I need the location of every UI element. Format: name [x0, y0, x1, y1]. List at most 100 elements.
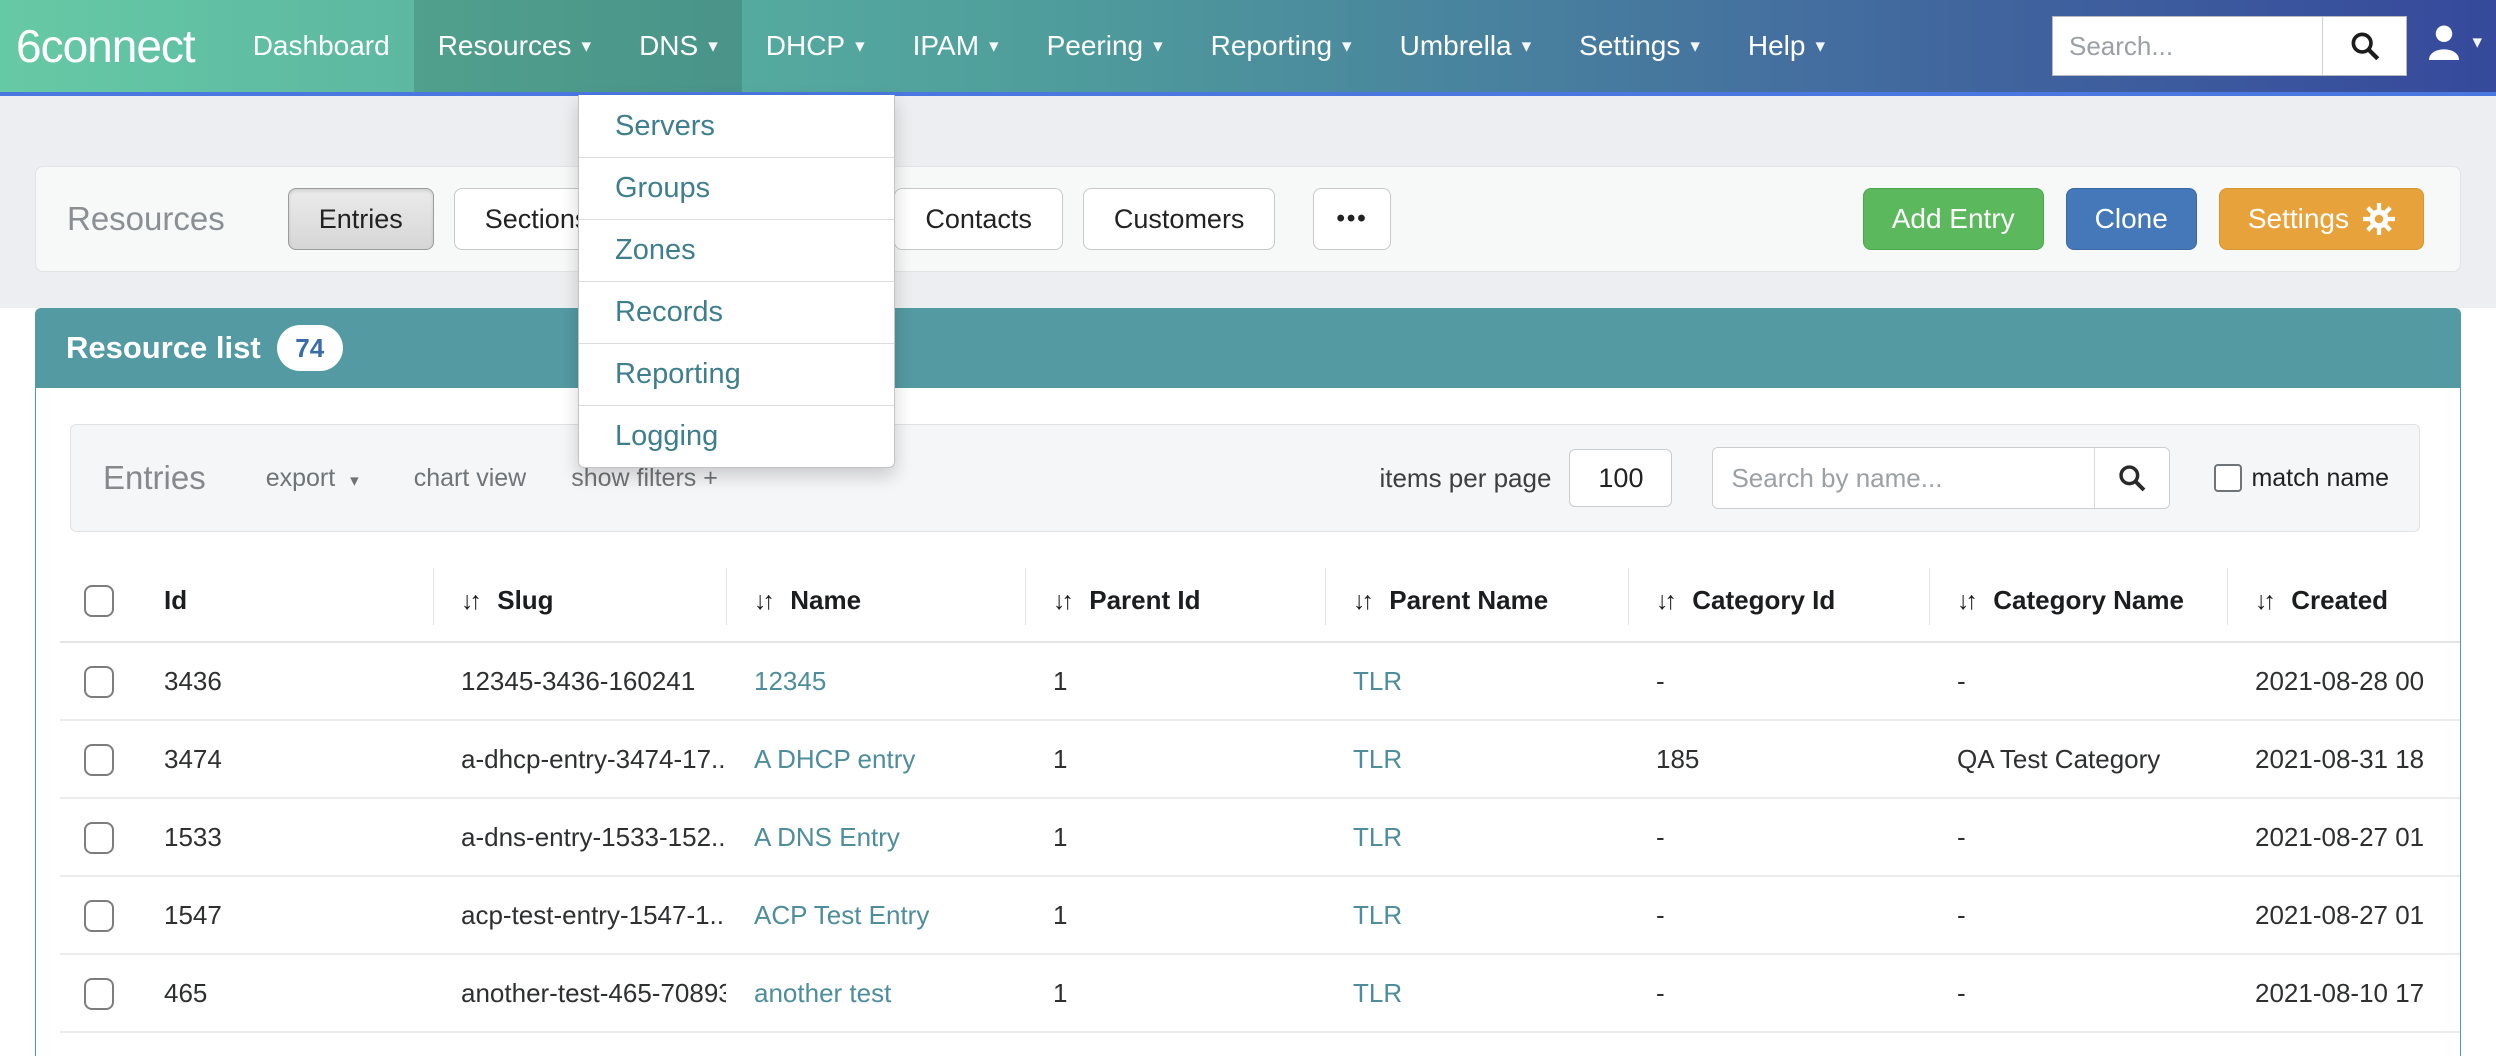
column-header-parent-id[interactable]: ↓↑ Parent Id [1025, 560, 1325, 642]
search-icon [2348, 29, 2382, 63]
column-header-parent-name[interactable]: ↓↑ Parent Name [1325, 560, 1628, 642]
cell-created: 2021-08-27 01 [2227, 876, 2460, 954]
tab-entries[interactable]: Entries [288, 188, 434, 250]
nav-item-label: DNS [639, 30, 698, 62]
sort-icon: ↓↑ [461, 587, 478, 615]
parent-name-link[interactable]: TLR [1353, 822, 1402, 852]
nav-item-help[interactable]: Help ▾ [1724, 0, 1849, 92]
cell-id: 3474 [164, 720, 433, 798]
global-search-button[interactable] [2322, 17, 2406, 75]
table-row: 3436 12345-3436-160241 12345 1 TLR - - 2… [60, 642, 2460, 720]
settings-button[interactable]: Settings [2219, 188, 2424, 250]
dns-dropdown-menu: Servers Groups Zones Records Reporting L… [578, 95, 895, 468]
column-header-category-name[interactable]: ↓↑ Category Name [1929, 560, 2227, 642]
cell-parent-id: 1 [1025, 798, 1325, 876]
resource-count-badge: 74 [277, 325, 343, 371]
tab-contacts[interactable]: Contacts [894, 188, 1063, 250]
entry-name-link[interactable]: another test [754, 978, 891, 1008]
name-search-input[interactable] [1713, 448, 2094, 508]
tab-customers[interactable]: Customers [1083, 188, 1276, 250]
entry-name-link[interactable]: 12345 [754, 666, 826, 696]
parent-name-link[interactable]: TLR [1353, 744, 1402, 774]
menu-item-zones[interactable]: Zones [579, 219, 894, 281]
entry-name-link[interactable]: A DHCP entry [754, 744, 915, 774]
column-label: Name [790, 585, 861, 615]
brand-logo[interactable]: 6connect [0, 0, 229, 92]
match-name-checkbox[interactable] [2214, 464, 2242, 492]
nav-item-label: Settings [1579, 30, 1680, 62]
export-dropdown[interactable]: export ▾ [266, 464, 359, 493]
sort-icon: ↓↑ [1656, 587, 1673, 615]
sort-icon: ↓↑ [1053, 587, 1070, 615]
name-search-button[interactable] [2094, 448, 2169, 508]
clone-button[interactable]: Clone [2066, 188, 2197, 250]
chart-view-link[interactable]: chart view [414, 464, 527, 493]
cell-category-id: - [1628, 798, 1929, 876]
cell-category-id: - [1628, 954, 1929, 1032]
nav-item-resources[interactable]: Resources ▾ [414, 0, 615, 92]
nav-item-dns[interactable]: DNS ▾ [615, 0, 742, 92]
toolbar-right: items per page match name [1379, 447, 2389, 509]
cell-category-id: 185 [1628, 720, 1929, 798]
cell-id: 465 [164, 954, 433, 1032]
user-menu[interactable]: ▾ [2426, 22, 2482, 62]
nav-item-label: Help [1748, 30, 1806, 62]
nav-item-label: Reporting [1211, 30, 1332, 62]
name-search [1712, 447, 2170, 509]
cell-id: 1547 [164, 876, 433, 954]
parent-name-link[interactable]: TLR [1353, 900, 1402, 930]
select-all-checkbox[interactable] [84, 585, 114, 617]
row-checkbox[interactable] [84, 822, 114, 854]
cell-category-name: QA Test Category [1929, 720, 2227, 798]
menu-item-servers[interactable]: Servers [579, 95, 894, 157]
column-label: Category Id [1692, 585, 1835, 615]
sort-icon: ↓↑ [2255, 587, 2272, 615]
nav-item-dhcp[interactable]: DHCP ▾ [742, 0, 889, 92]
menu-item-groups[interactable]: Groups [579, 157, 894, 219]
entries-title: Entries [103, 459, 206, 497]
column-label: Parent Name [1389, 585, 1548, 615]
cell-category-id: - [1628, 876, 1929, 954]
parent-name-link[interactable]: TLR [1353, 666, 1402, 696]
top-navbar: 6connect Dashboard Resources ▾ DNS ▾ DHC… [0, 0, 2496, 92]
items-per-page-input[interactable] [1569, 449, 1672, 507]
nav-item-peering[interactable]: Peering ▾ [1023, 0, 1187, 92]
chevron-down-icon: ▾ [989, 35, 999, 58]
entry-name-link[interactable]: ACP Test Entry [754, 900, 929, 930]
more-tabs-button[interactable]: ••• [1313, 188, 1390, 250]
menu-item-records[interactable]: Records [579, 281, 894, 343]
entry-name-link[interactable]: A DNS Entry [754, 822, 900, 852]
nav-item-umbrella[interactable]: Umbrella ▾ [1376, 0, 1556, 92]
menu-item-reporting[interactable]: Reporting [579, 343, 894, 405]
nav-item-reporting[interactable]: Reporting ▾ [1187, 0, 1376, 92]
parent-name-link[interactable]: TLR [1353, 978, 1402, 1008]
nav-item-ipam[interactable]: IPAM ▾ [889, 0, 1023, 92]
nav-item-settings[interactable]: Settings ▾ [1555, 0, 1724, 92]
cell-slug: a-dhcp-entry-3474-17... [433, 720, 726, 798]
column-header-name[interactable]: ↓↑ Name [726, 560, 1025, 642]
cell-parent-id: 1 [1025, 954, 1325, 1032]
cell-category-name: - [1929, 642, 2227, 720]
nav-item-dashboard[interactable]: Dashboard [229, 0, 414, 92]
cell-category-id: - [1628, 642, 1929, 720]
cell-parent-id: 1 [1025, 642, 1325, 720]
row-checkbox[interactable] [84, 744, 114, 776]
column-header-category-id[interactable]: ↓↑ Category Id [1628, 560, 1929, 642]
resources-header-panel: Resources Entries Sections Contacts Cust… [35, 166, 2461, 272]
row-checkbox[interactable] [84, 900, 114, 932]
row-checkbox[interactable] [84, 666, 114, 698]
chart-view-label: chart view [414, 464, 527, 492]
table-row: 3474 a-dhcp-entry-3474-17... A DHCP entr… [60, 720, 2460, 798]
table-header-row: Id ↓↑ Slug ↓↑ Name ↓↑ Parent Id ↓↑ Paren… [60, 560, 2460, 642]
add-entry-button[interactable]: Add Entry [1863, 188, 2044, 250]
global-search-input[interactable] [2053, 17, 2322, 75]
table-row: 1533 a-dns-entry-1533-152... A DNS Entry… [60, 798, 2460, 876]
column-header-slug[interactable]: ↓↑ Slug [433, 560, 726, 642]
row-checkbox[interactable] [84, 978, 114, 1010]
gear-icon [2363, 203, 2395, 235]
column-header-created[interactable]: ↓↑ Created [2227, 560, 2460, 642]
menu-item-logging[interactable]: Logging [579, 405, 894, 467]
chevron-down-icon: ▾ [1522, 35, 1532, 58]
cell-id: 1533 [164, 798, 433, 876]
sort-icon: ↓↑ [1353, 587, 1370, 615]
